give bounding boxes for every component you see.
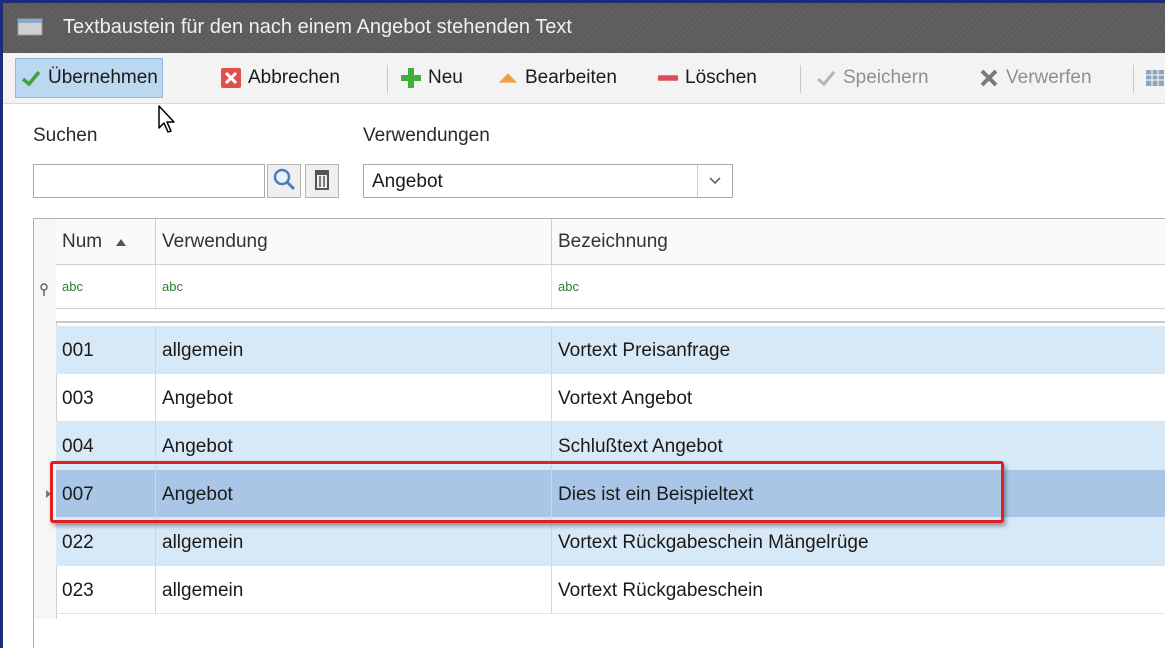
speichern-label: Speichern [843, 67, 929, 88]
loeschen-button[interactable]: Löschen [657, 58, 757, 98]
cell-verwendung: Angebot [156, 374, 552, 422]
search-icon [272, 167, 296, 196]
grid-icon [1145, 67, 1165, 89]
abbrechen-label: Abbrechen [248, 67, 340, 88]
filter-cell-verwendung[interactable]: abc [156, 265, 552, 309]
text-module-grid: Num Verwendung Bezeichnung abc abc abc 0… [33, 218, 1165, 648]
uebernehmen-button[interactable]: Übernehmen [15, 58, 163, 98]
toolbar-separator [387, 65, 388, 93]
cell-bezeichnung: Vortext Angebot [552, 374, 1165, 422]
cell-verwendung-text: Angebot [162, 388, 233, 409]
neu-label: Neu [428, 67, 463, 88]
filter-row-icon [38, 281, 50, 303]
cell-num: 001 [56, 326, 156, 374]
window-title: Textbaustein für den nach einem Angebot … [63, 16, 572, 38]
table-row[interactable]: 023 allgemein Vortext Rückgabeschein [56, 566, 1165, 614]
cell-num-text: 003 [62, 388, 94, 409]
cell-verwendung: allgemein [156, 326, 552, 374]
uebernehmen-label: Übernehmen [48, 67, 158, 88]
cell-num: 023 [56, 566, 156, 614]
cell-bezeichnung: Vortext Preisanfrage [552, 326, 1165, 374]
cell-bezeichnung-text: Schlußtext Angebot [558, 436, 723, 457]
speichern-button[interactable]: Speichern [815, 58, 929, 98]
cancel-icon [220, 67, 242, 89]
toolbar: Übernehmen Abbrechen Neu Bearbeiten Lösc… [3, 53, 1165, 104]
loeschen-label: Löschen [685, 67, 757, 88]
cell-verwendung-text: allgemein [162, 580, 244, 601]
cell-bezeichnung-text: Vortext Rückgabeschein [558, 580, 763, 601]
cell-verwendung: allgemein [156, 566, 552, 614]
usage-label: Verwendungen [363, 125, 490, 146]
check-disabled-icon [815, 67, 837, 89]
clear-search-button[interactable] [305, 164, 339, 198]
column-header-verwendung-label: Verwendung [162, 231, 268, 252]
chevron-down-icon[interactable] [697, 165, 732, 197]
usage-select-value: Angebot [372, 171, 443, 192]
table-row[interactable]: 001 allgemein Vortext Preisanfrage [56, 326, 1165, 374]
table-row[interactable]: 003 Angebot Vortext Angebot [56, 374, 1165, 422]
toolbar-separator [800, 65, 801, 93]
cell-bezeichnung-text: Vortext Angebot [558, 388, 693, 409]
usage-select[interactable]: Angebot [363, 164, 733, 198]
window-icon [17, 18, 43, 36]
bearbeiten-label: Bearbeiten [525, 67, 617, 88]
cell-num-text: 001 [62, 340, 94, 361]
cell-num: 003 [56, 374, 156, 422]
cell-num: 022 [56, 518, 156, 566]
search-label: Suchen [33, 125, 98, 146]
plus-icon [400, 67, 422, 89]
column-header-num[interactable]: Num [56, 219, 156, 265]
filter-separator [56, 309, 1165, 323]
highlight-annotation [50, 461, 1004, 523]
search-input[interactable] [33, 164, 265, 198]
search-button[interactable] [267, 164, 301, 198]
x-disabled-icon [978, 67, 1000, 89]
filter-cell-bezeichnung[interactable]: abc [552, 265, 1165, 309]
cell-verwendung: allgemein [156, 518, 552, 566]
filter-hint: abc [62, 279, 83, 294]
minus-icon [657, 67, 679, 89]
cell-verwendung-text: Angebot [162, 436, 233, 457]
grid-options-button[interactable] [1145, 58, 1165, 98]
filter-cell-num[interactable]: abc [56, 265, 156, 309]
cell-bezeichnung-text: Vortext Preisanfrage [558, 340, 731, 361]
verwerfen-button[interactable]: Verwerfen [978, 58, 1092, 98]
title-bar: Textbaustein für den nach einem Angebot … [3, 3, 1165, 53]
filter-hint: abc [162, 279, 183, 294]
column-header-bezeichnung[interactable]: Bezeichnung [552, 219, 1165, 265]
abbrechen-button[interactable]: Abbrechen [220, 58, 340, 98]
trash-icon [313, 168, 331, 195]
cell-verwendung-text: allgemein [162, 532, 244, 553]
table-row[interactable]: 022 allgemein Vortext Rückgabeschein Män… [56, 518, 1165, 566]
bearbeiten-button[interactable]: Bearbeiten [497, 58, 617, 98]
row-indicator-column [34, 219, 57, 619]
edit-triangle-icon [497, 67, 519, 89]
cell-bezeichnung-text: Vortext Rückgabeschein Mängelrüge [558, 532, 869, 553]
cell-num-text: 023 [62, 580, 94, 601]
neu-button[interactable]: Neu [400, 58, 463, 98]
cell-verwendung-text: allgemein [162, 340, 244, 361]
cell-num-text: 022 [62, 532, 94, 553]
column-header-verwendung[interactable]: Verwendung [156, 219, 552, 265]
sort-ascending-icon [116, 239, 127, 246]
cell-bezeichnung: Vortext Rückgabeschein [552, 566, 1165, 614]
cell-bezeichnung: Vortext Rückgabeschein Mängelrüge [552, 518, 1165, 566]
cell-num-text: 004 [62, 436, 94, 457]
filter-hint: abc [558, 279, 579, 294]
mouse-cursor-icon [158, 105, 175, 133]
verwerfen-label: Verwerfen [1006, 67, 1092, 88]
column-header-num-label: Num [62, 231, 103, 252]
check-icon [20, 67, 42, 89]
column-header-bezeichnung-label: Bezeichnung [558, 231, 668, 252]
toolbar-separator [1133, 65, 1134, 93]
